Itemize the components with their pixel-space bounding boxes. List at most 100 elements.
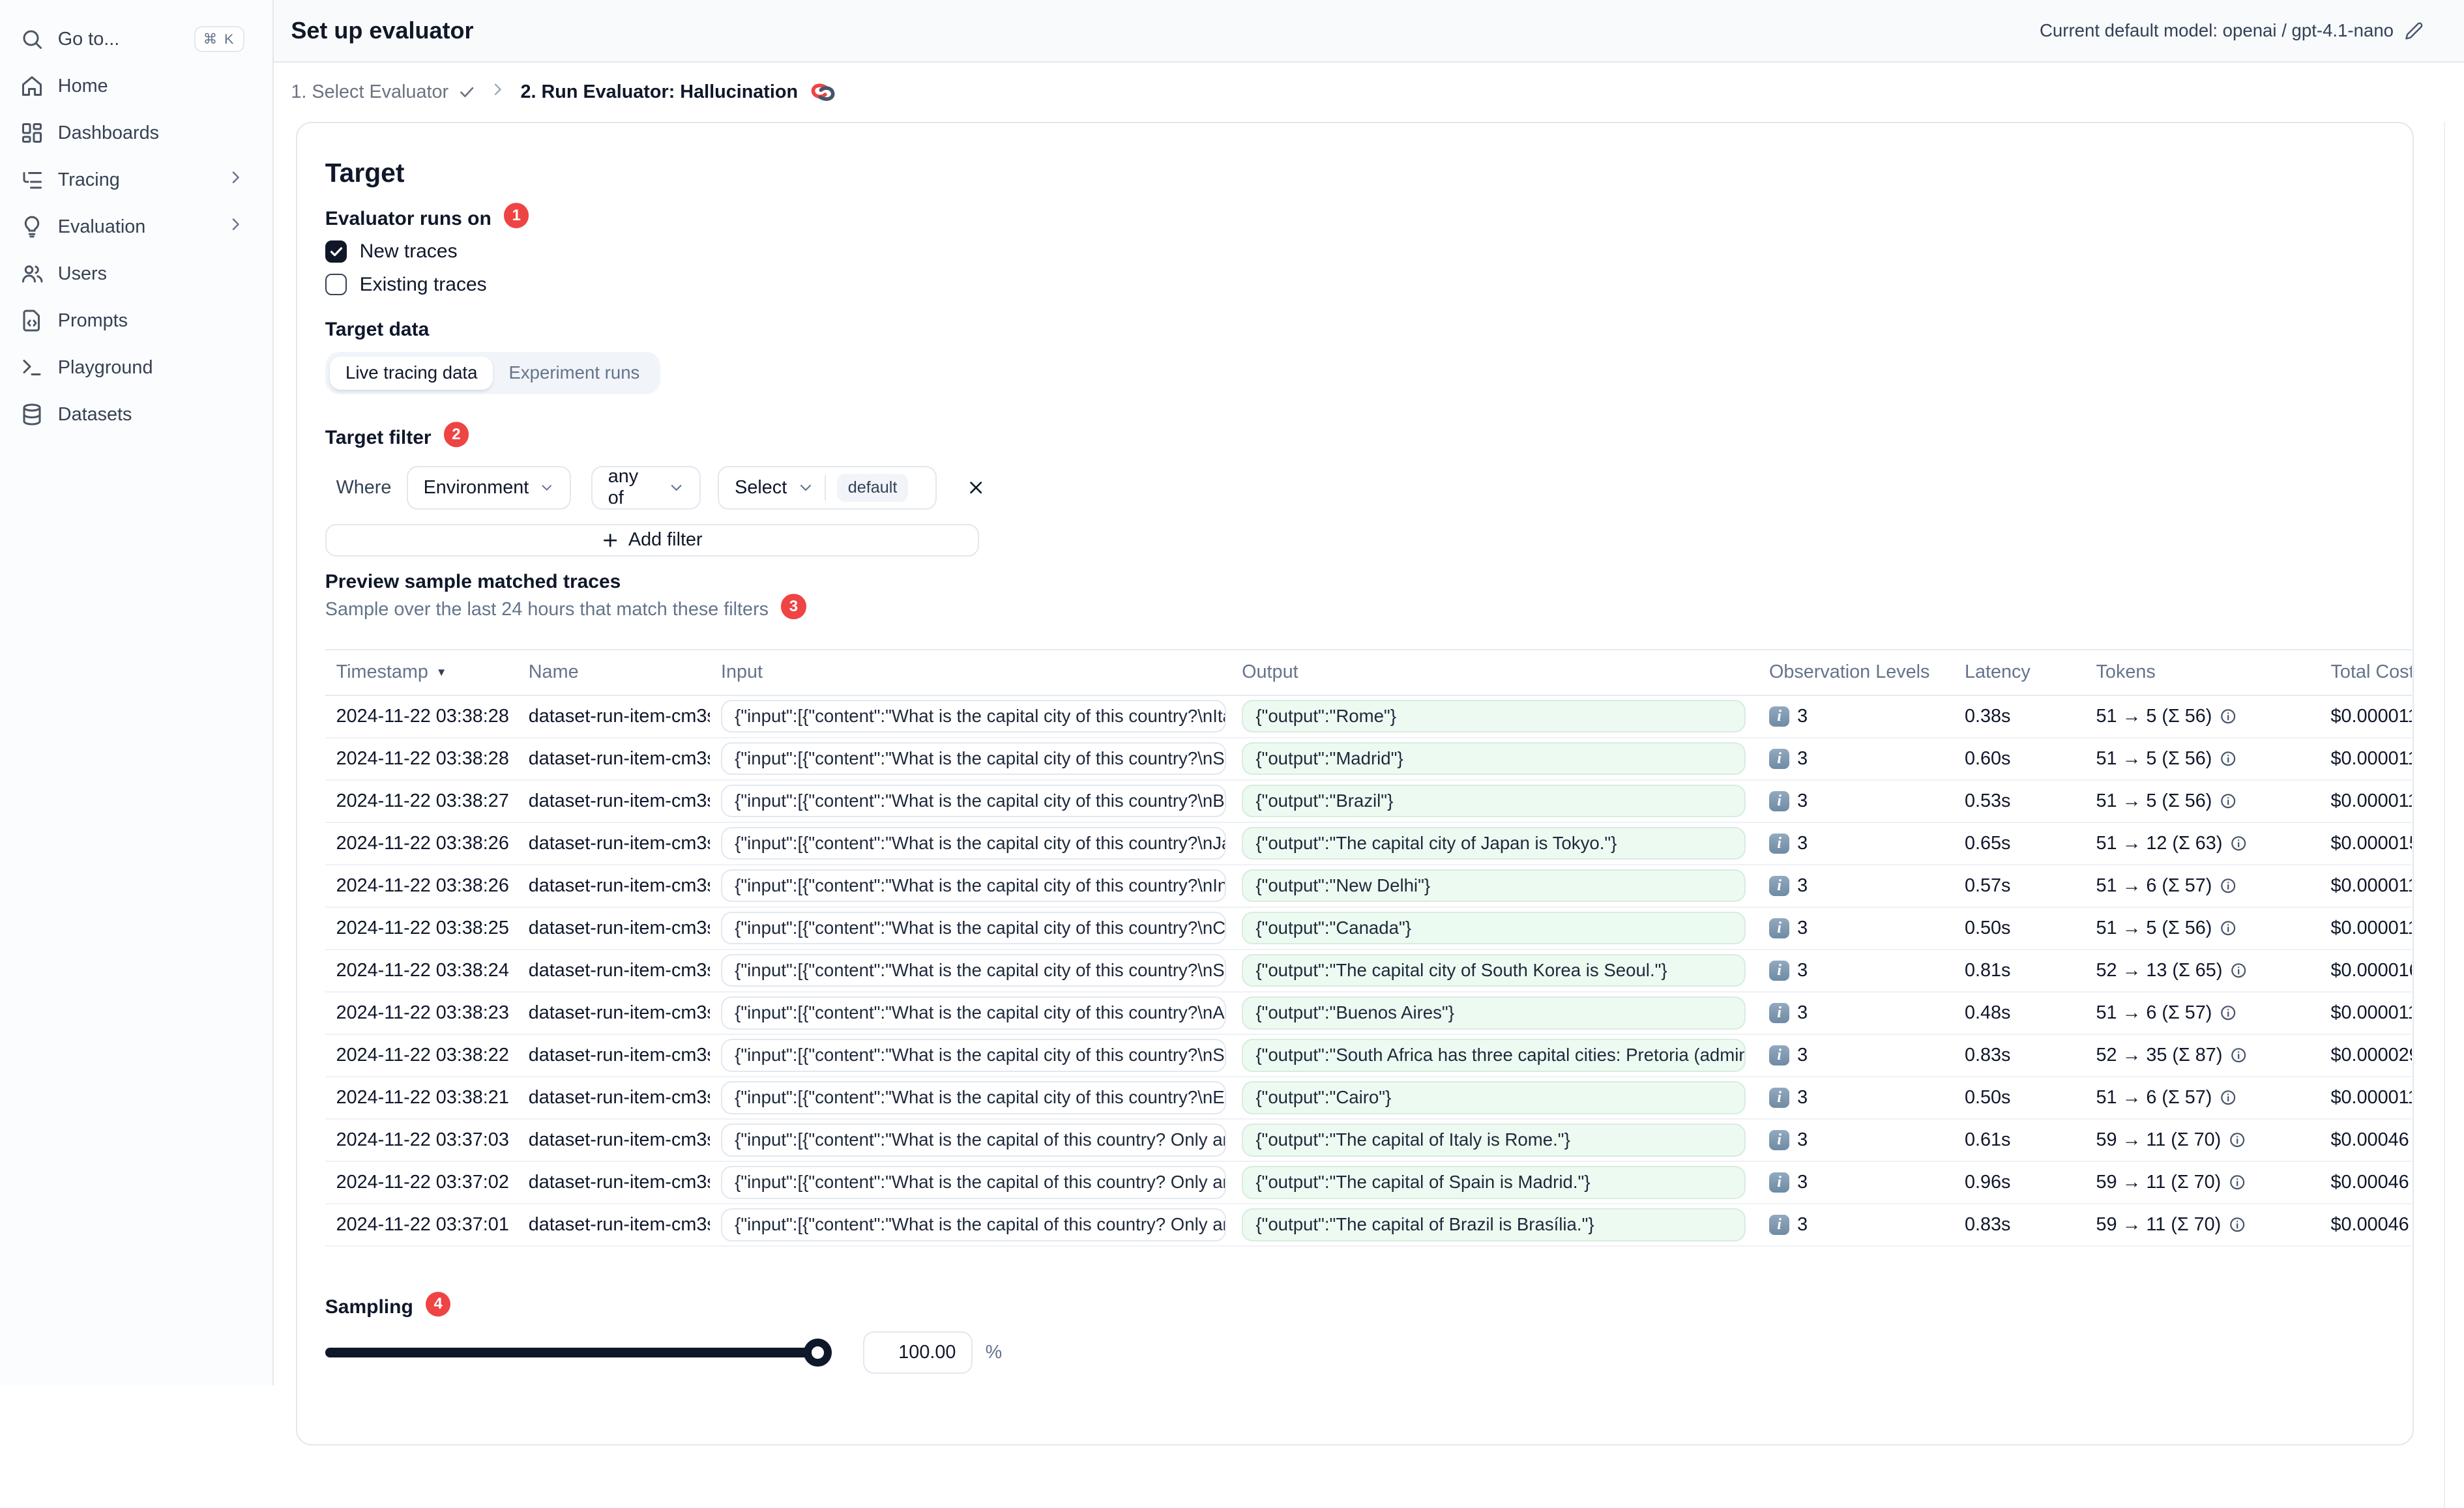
existing-traces-label: Existing traces bbox=[359, 273, 487, 295]
table-row: 2024-11-22 03:38:23 dataset-run-item-cm3s… bbox=[325, 993, 2413, 1035]
cell-name: dataset-run-item-cm3s4 bbox=[528, 1213, 711, 1235]
observation-level-info-icon: i bbox=[1768, 1045, 1790, 1066]
info-icon[interactable] bbox=[2220, 1004, 2237, 1021]
cell-observation-levels: 3 bbox=[1797, 1129, 1808, 1150]
cell-timestamp: 2024-11-22 03:38:27 bbox=[336, 790, 509, 811]
chevron-right-icon bbox=[489, 81, 506, 103]
new-traces-label: New traces bbox=[359, 240, 458, 263]
info-icon[interactable] bbox=[2220, 877, 2237, 894]
breadcrumb-step-1[interactable]: 1. Select Evaluator bbox=[291, 81, 475, 103]
output-preview-pill: {"output":"Madrid"} bbox=[1242, 742, 1746, 776]
filter-value-badge: default bbox=[836, 473, 909, 502]
info-icon[interactable] bbox=[2230, 1047, 2247, 1064]
breadcrumb: 1. Select Evaluator 2. Run Evaluator: Ha… bbox=[274, 63, 2464, 123]
input-preview-pill: {"input":[{"content":"What is the capita… bbox=[720, 1039, 1227, 1072]
tab-experiment-runs[interactable]: Experiment runs bbox=[493, 356, 655, 390]
sampling-row: % bbox=[325, 1331, 1002, 1374]
sidebar-item-goto[interactable]: Go to... ⌘ K bbox=[0, 16, 272, 63]
observation-level-info-icon: i bbox=[1768, 1214, 1790, 1236]
input-preview-pill: {"input":[{"content":"What is the capita… bbox=[720, 996, 1227, 1030]
remove-filter-button[interactable] bbox=[960, 472, 991, 503]
info-icon[interactable] bbox=[2229, 1174, 2246, 1191]
cell-timestamp: 2024-11-22 03:38:23 bbox=[336, 1002, 509, 1023]
filter-where-label: Where bbox=[336, 476, 392, 498]
output-preview-pill: {"output":"The capital of Italy is Rome.… bbox=[1242, 1124, 1746, 1157]
sampling-slider[interactable] bbox=[325, 1338, 832, 1367]
info-icon[interactable] bbox=[2220, 708, 2237, 725]
sidebar-item-users[interactable]: Users bbox=[0, 250, 272, 297]
cell-total-cost: $0.000011 ( bbox=[2330, 705, 2413, 727]
new-traces-checkbox[interactable] bbox=[325, 240, 347, 263]
info-icon[interactable] bbox=[2220, 920, 2237, 936]
info-icon[interactable] bbox=[2229, 1216, 2246, 1233]
info-icon[interactable] bbox=[2220, 750, 2237, 767]
cell-observation-levels: 3 bbox=[1797, 1171, 1808, 1193]
cell-name: dataset-run-item-cm3s4 bbox=[528, 1086, 711, 1108]
column-header-name: Name bbox=[528, 661, 579, 683]
filter-operator-select[interactable]: any of bbox=[591, 465, 701, 510]
info-icon[interactable] bbox=[2229, 1131, 2246, 1148]
observation-level-info-icon: i bbox=[1768, 833, 1790, 854]
sidebar-item-tracing[interactable]: Tracing bbox=[0, 156, 272, 203]
cell-observation-levels: 3 bbox=[1797, 832, 1808, 854]
sidebar-item-home[interactable]: Home bbox=[0, 63, 272, 109]
sidebar-item-label: Playground bbox=[57, 356, 153, 378]
target-card: Target Evaluator runs on 1 New traces Ex… bbox=[295, 122, 2414, 1445]
cell-name: dataset-run-item-cm3s4 bbox=[528, 917, 711, 938]
existing-traces-option: Existing traces bbox=[325, 274, 487, 296]
page-scrollbar[interactable] bbox=[2443, 122, 2464, 1508]
filter-column-select[interactable]: Environment bbox=[406, 465, 571, 510]
input-preview-pill: {"input":[{"content":"What is the capita… bbox=[720, 1166, 1227, 1199]
chevron-down-icon bbox=[542, 485, 552, 491]
sidebar-item-playground[interactable]: Playground bbox=[0, 344, 272, 391]
table-row: 2024-11-22 03:37:03 dataset-run-item-cm3s… bbox=[325, 1120, 2413, 1162]
prompts-icon bbox=[23, 310, 40, 332]
table-row: 2024-11-22 03:38:21 dataset-run-item-cm3s… bbox=[325, 1077, 2413, 1120]
info-icon[interactable] bbox=[2230, 835, 2247, 852]
sidebar-item-datasets[interactable]: Datasets bbox=[0, 391, 272, 438]
filter-value-select[interactable]: Select default bbox=[718, 465, 937, 510]
evaluation-icon bbox=[25, 216, 40, 238]
step-badge-3: 3 bbox=[781, 594, 806, 619]
slider-handle[interactable] bbox=[804, 1338, 832, 1367]
breadcrumb-step-2-label: 2. Run Evaluator: Hallucination bbox=[520, 81, 799, 103]
cell-observation-levels: 3 bbox=[1797, 1002, 1808, 1023]
target-filter-label: Target filter 2 bbox=[325, 422, 469, 450]
table-row: 2024-11-22 03:38:26 dataset-run-item-cm3s… bbox=[325, 865, 2413, 908]
preview-subtitle: Sample over the last 24 hours that match… bbox=[325, 594, 806, 622]
sampling-percentage-input[interactable] bbox=[863, 1331, 973, 1374]
step-badge-2: 2 bbox=[443, 422, 469, 447]
cell-name: dataset-run-item-cm3s4 bbox=[528, 705, 711, 727]
input-preview-pill: {"input":[{"content":"What is the capita… bbox=[720, 1081, 1227, 1114]
column-header-tokens: Tokens bbox=[2096, 661, 2156, 683]
filter-column-value: Environment bbox=[423, 476, 529, 498]
check-icon bbox=[460, 87, 473, 98]
new-traces-option: New traces bbox=[325, 240, 458, 263]
sidebar-item-dashboards[interactable]: Dashboards bbox=[0, 109, 272, 156]
cell-observation-levels: 3 bbox=[1797, 959, 1808, 981]
check-icon bbox=[330, 247, 342, 257]
edit-pencil-icon[interactable] bbox=[2405, 22, 2424, 40]
add-filter-button[interactable]: Add filter bbox=[325, 523, 979, 557]
existing-traces-checkbox[interactable] bbox=[325, 273, 347, 296]
observation-level-info-icon: i bbox=[1768, 1002, 1790, 1023]
info-icon[interactable] bbox=[2220, 1089, 2237, 1106]
output-preview-pill: {"output":"Brazil"} bbox=[1242, 784, 1746, 818]
column-header-output: Output bbox=[1242, 661, 1298, 683]
tab-live-tracing-data[interactable]: Live tracing data bbox=[329, 356, 493, 390]
column-header-timestamp[interactable]: Timestamp ▼ bbox=[325, 650, 518, 695]
cell-name: dataset-run-item-cm3s4 bbox=[528, 959, 711, 981]
info-icon[interactable] bbox=[2230, 962, 2247, 979]
chevron-right-icon[interactable] bbox=[227, 216, 244, 238]
sidebar-item-prompts[interactable]: Prompts bbox=[0, 297, 272, 344]
sidebar-item-evaluation[interactable]: Evaluation bbox=[0, 203, 272, 250]
input-preview-pill: {"input":[{"content":"What is the capita… bbox=[720, 699, 1227, 733]
datasets-icon bbox=[23, 403, 41, 426]
cell-tokens: 51 → 12 (Σ 63) bbox=[2096, 832, 2223, 854]
info-icon[interactable] bbox=[2220, 792, 2237, 809]
cell-total-cost: $0.000016 bbox=[2330, 959, 2413, 981]
chevron-right-icon[interactable] bbox=[227, 169, 244, 191]
output-preview-pill: {"output":"The capital city of Japan is … bbox=[1242, 826, 1746, 860]
cell-total-cost: $0.000011 ( bbox=[2330, 917, 2413, 938]
cell-observation-levels: 3 bbox=[1797, 705, 1808, 727]
